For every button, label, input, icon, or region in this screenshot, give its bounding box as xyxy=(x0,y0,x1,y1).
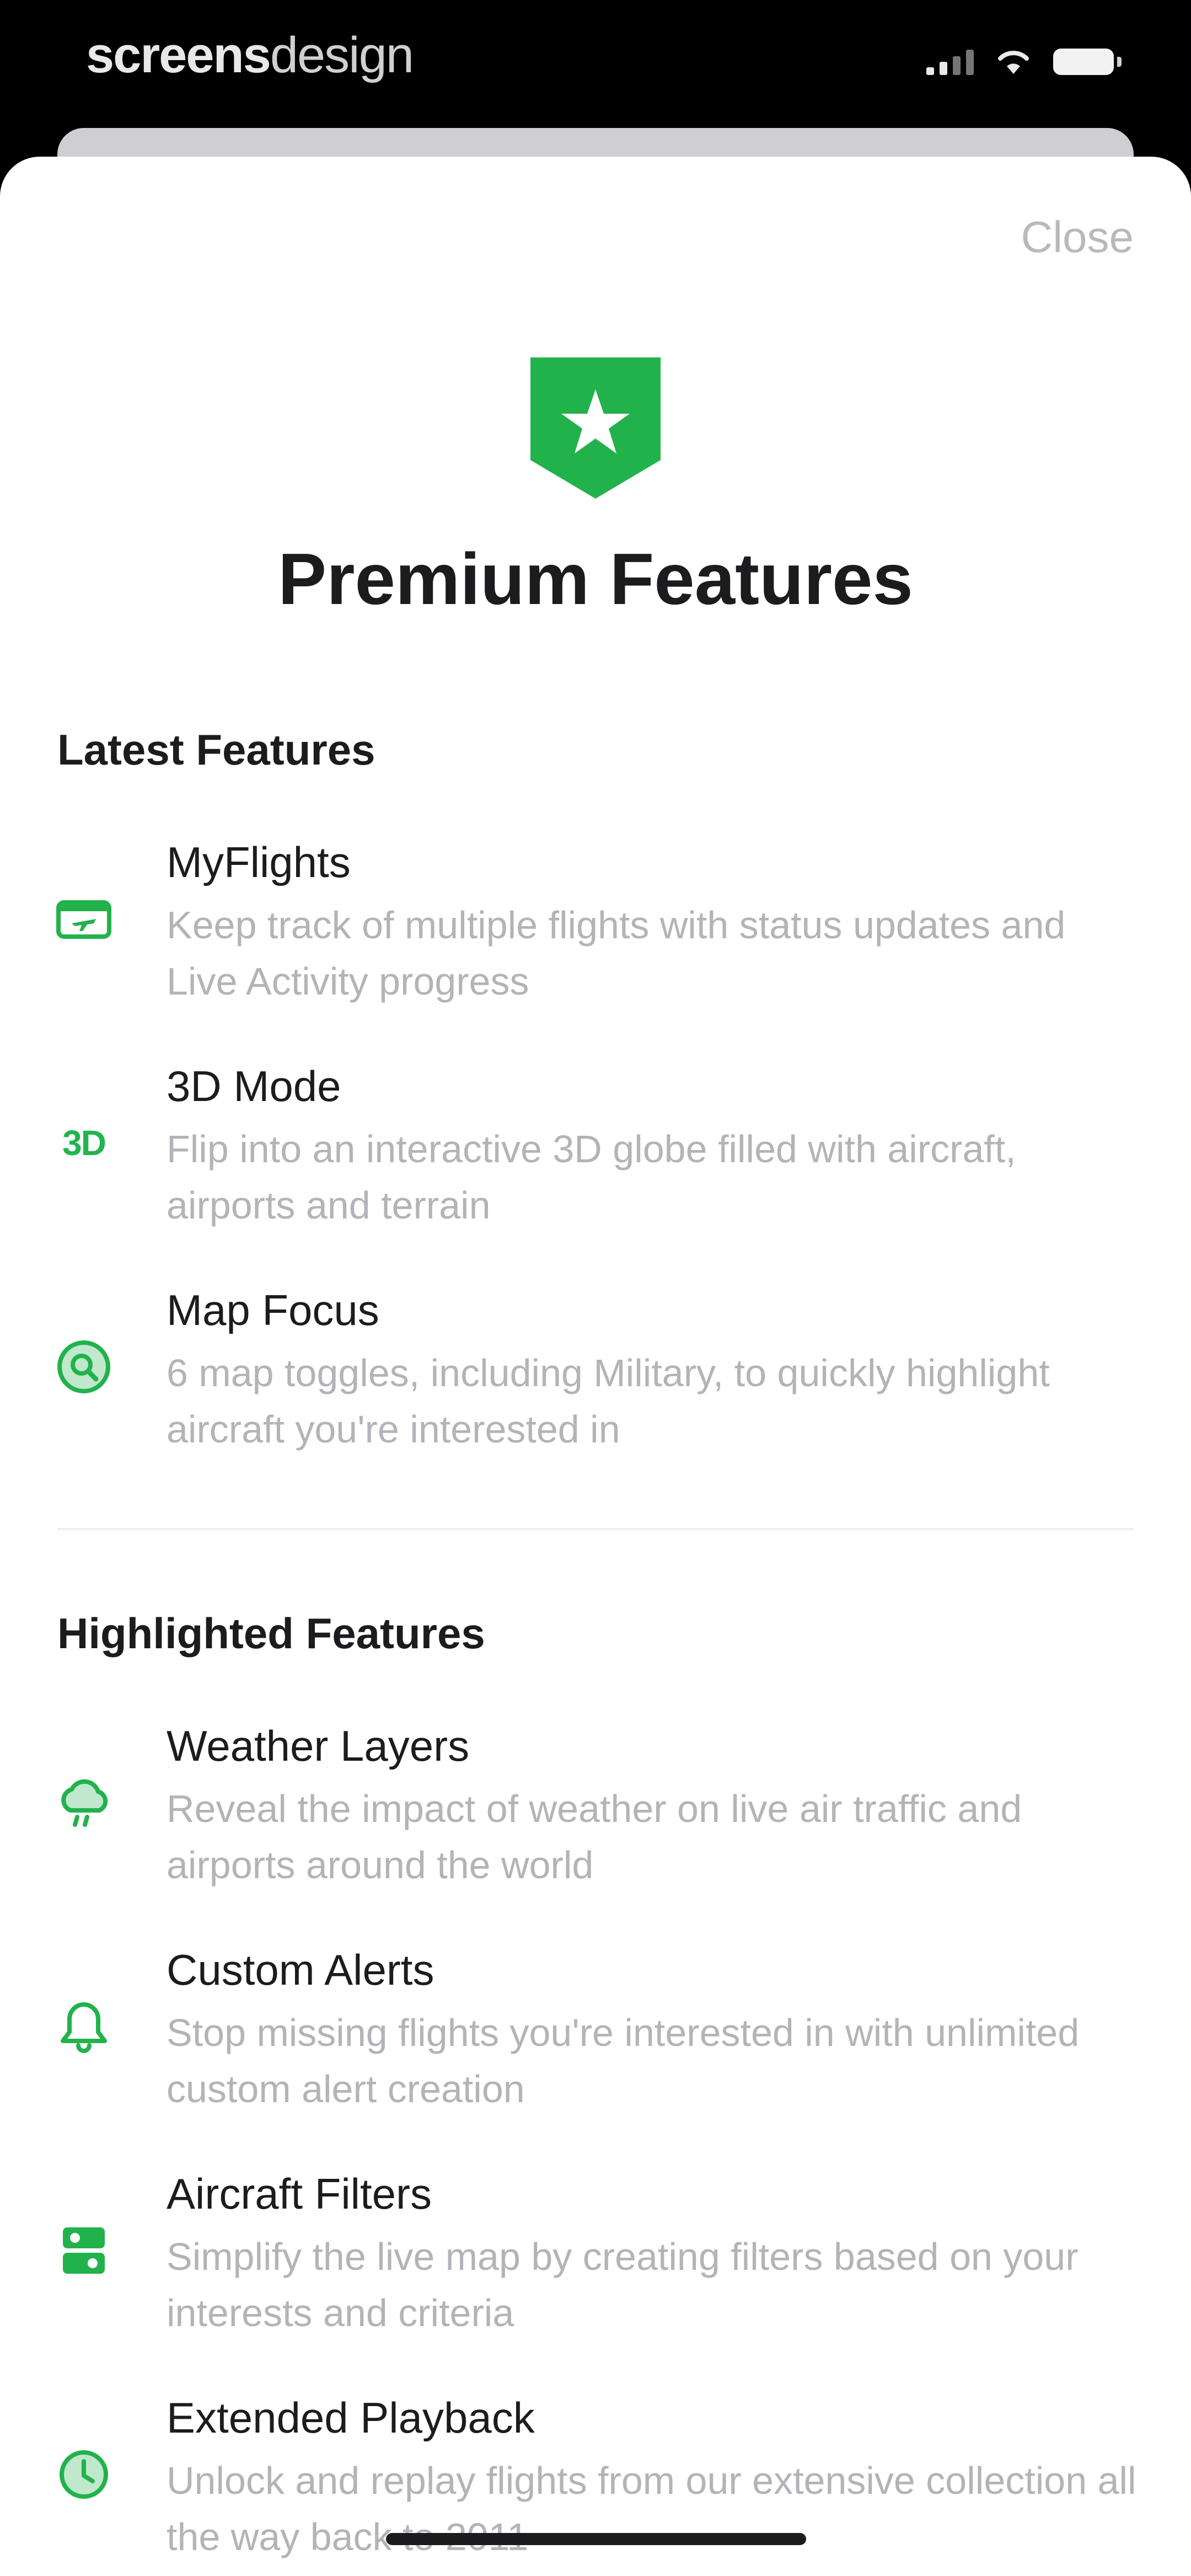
feature-name: Weather Layers xyxy=(167,1722,470,1770)
feature-name: Map Focus xyxy=(167,1286,379,1334)
bell-icon xyxy=(53,1996,115,2057)
brand-bold-text: screens xyxy=(86,27,271,83)
playback-history-icon xyxy=(53,2444,115,2505)
battery-icon xyxy=(1053,49,1122,75)
3d-icon: 3D xyxy=(53,1112,115,1174)
feature-description: Simplify the live map by creating filter… xyxy=(167,2235,1079,2334)
status-icons xyxy=(926,49,1122,75)
feature-name: Custom Alerts xyxy=(167,1946,434,1994)
feature-description: Keep track of multiple flights with stat… xyxy=(167,904,1066,1003)
feature-description: Stop missing flights you're interested i… xyxy=(167,2011,1080,2110)
status-bar: screensdesign xyxy=(0,0,1191,132)
filter-icon xyxy=(53,2220,115,2281)
weather-cloud-icon xyxy=(53,1772,115,1834)
map-focus-icon xyxy=(53,1336,115,1398)
section-title-latest: Latest Features xyxy=(57,725,375,774)
premium-features-sheet: Close Premium Features Latest Features M… xyxy=(0,157,1191,2576)
feature-name: 3D Mode xyxy=(167,1062,341,1110)
feature-name: Aircraft Filters xyxy=(167,2169,432,2218)
cellular-signal-icon xyxy=(926,49,974,75)
feature-description: Unlock and replay flights from our exten… xyxy=(167,2459,1136,2558)
brand-light-text: design xyxy=(270,27,414,83)
feature-name: MyFlights xyxy=(167,838,351,886)
home-indicator[interactable] xyxy=(386,2533,806,2545)
plane-ticket-icon xyxy=(53,888,115,950)
feature-name: Extended Playback xyxy=(167,2393,535,2442)
feature-description: Flip into an interactive 3D globe filled… xyxy=(167,1127,1016,1227)
section-divider xyxy=(57,1528,1134,1530)
brand-watermark: screensdesign xyxy=(86,26,414,84)
page-title: Premium Features xyxy=(278,538,913,619)
feature-description: Reveal the impact of weather on live air… xyxy=(167,1787,1022,1886)
wifi-icon xyxy=(998,51,1029,74)
premium-star-badge-icon xyxy=(530,357,661,499)
3d-icon-text: 3D xyxy=(62,1123,106,1163)
feature-description: 6 map toggles, including Military, to qu… xyxy=(167,1351,1050,1451)
section-title-highlighted: Highlighted Features xyxy=(57,1609,485,1658)
close-button[interactable]: Close xyxy=(1021,212,1134,263)
